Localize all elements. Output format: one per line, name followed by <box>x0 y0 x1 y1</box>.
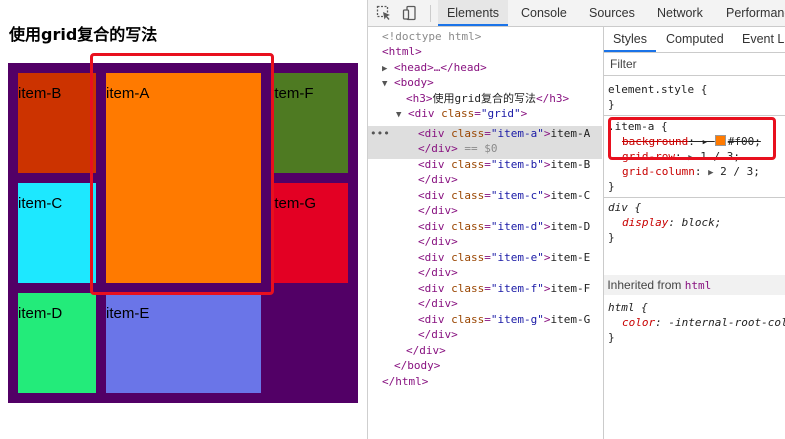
styles-filter-bar <box>604 54 785 76</box>
highlight-box-grid-props <box>608 117 776 160</box>
dom-item-e-line1[interactable]: <div class="item-e">item-E <box>418 250 602 265</box>
tab-performance[interactable]: Performance <box>726 0 785 26</box>
highlight-box-item-a <box>90 53 274 295</box>
dom-body-close[interactable]: </body> <box>394 358 602 373</box>
styles-pane: Styles Computed Event Listeners element.… <box>603 27 785 439</box>
page-heading: 使用grid复合的写法 <box>9 25 158 44</box>
devtools-panel: Elements Console Sources Network Perform… <box>367 0 785 439</box>
collapse-triangle-icon[interactable]: ▼ <box>396 110 401 120</box>
dom-item-b-line1[interactable]: <div class="item-b">item-B <box>418 157 602 172</box>
grid-item-c: item-C <box>18 183 96 283</box>
grid-item-e: item-E <box>106 293 261 393</box>
grid-item-b: item-B <box>18 73 96 173</box>
prop-color[interactable]: color: -internal-root-color; <box>622 315 785 330</box>
dom-item-a-line2[interactable]: </div> == $0 <box>418 141 602 156</box>
expand-triangle-icon[interactable]: ▶ <box>382 64 387 74</box>
dom-item-b-line2[interactable]: </div> <box>418 172 602 187</box>
subtab-styles[interactable]: Styles <box>604 27 656 52</box>
dom-body-open[interactable]: ▼ <body> <box>382 75 602 90</box>
dom-item-f-line2[interactable]: </div> <box>418 296 602 311</box>
inspect-element-icon[interactable] <box>376 5 392 21</box>
dom-div-grid[interactable]: ▼ <div class="grid"> <box>396 106 602 121</box>
styles-filter-input[interactable] <box>610 57 770 71</box>
rule-element-style[interactable]: element.style { <box>608 82 707 97</box>
grid-item-f: item-F <box>271 73 348 173</box>
dom-tree[interactable]: ••• <!doctype html> <html> ▶ <head>…</he… <box>368 27 602 439</box>
collapse-triangle-icon[interactable]: ▼ <box>382 79 387 89</box>
dom-item-g-line2[interactable]: </div> <box>418 327 602 342</box>
rule-div-selector[interactable]: div { <box>608 200 641 215</box>
subtab-event-listeners[interactable]: Event Listeners <box>742 27 785 52</box>
dom-item-e-line2[interactable]: </div> <box>418 265 602 280</box>
dom-item-f-line1[interactable]: <div class="item-f">item-F <box>418 281 602 296</box>
dom-head[interactable]: ▶ <head>…</head> <box>382 60 602 75</box>
rule-html-selector[interactable]: html { <box>608 300 648 315</box>
dom-item-c-line1[interactable]: <div class="item-c">item-C <box>418 188 602 203</box>
tab-sources[interactable]: Sources <box>589 0 635 26</box>
dom-item-c-line2[interactable]: </div> <box>418 203 602 218</box>
dom-html-close[interactable]: </html> <box>382 374 602 389</box>
inherited-source-link[interactable]: html <box>685 279 712 292</box>
tab-network[interactable]: Network <box>657 0 703 26</box>
rule-item-a-close: } <box>608 180 615 193</box>
dom-html-open[interactable]: <html> <box>382 44 602 59</box>
grid-item-d: item-D <box>18 293 96 393</box>
node-actions-ellipsis[interactable]: ••• <box>370 127 390 140</box>
rule-html-close: } <box>608 331 615 344</box>
rule-divider <box>604 115 785 116</box>
dom-item-a-line1[interactable]: <div class="item-a">item-A <box>418 126 602 141</box>
prop-display[interactable]: display: block; <box>622 215 721 230</box>
dom-item-d-line2[interactable]: </div> <box>418 234 602 249</box>
rule-element-style-close: } <box>608 98 615 111</box>
dom-item-d-line1[interactable]: <div class="item-d">item-D <box>418 219 602 234</box>
grid-item-g: item-G <box>271 183 348 283</box>
rule-div-close: } <box>608 231 615 244</box>
tab-elements[interactable]: Elements <box>438 0 508 26</box>
prop-grid-column[interactable]: grid-column: ▶ 2 / 3; <box>622 164 760 179</box>
toolbar-divider <box>430 5 431 22</box>
inherited-from-header: Inherited from html <box>604 275 785 295</box>
dom-h3[interactable]: <h3>使用grid复合的写法</h3> <box>406 91 602 106</box>
styles-subtabs: Styles Computed Event Listeners <box>604 27 785 53</box>
subtab-computed[interactable]: Computed <box>666 27 724 52</box>
dom-doctype[interactable]: <!doctype html> <box>382 29 602 44</box>
device-toolbar-icon[interactable] <box>402 5 418 21</box>
rendered-page: 使用grid复合的写法 item-B item-A item-F item-C … <box>0 0 367 439</box>
dom-item-g-line1[interactable]: <div class="item-g">item-G <box>418 312 602 327</box>
rule-divider <box>604 197 785 198</box>
dom-div-close[interactable]: </div> <box>406 343 602 358</box>
tab-console[interactable]: Console <box>521 0 567 26</box>
devtools-tabbar: Elements Console Sources Network Perform… <box>368 0 785 27</box>
